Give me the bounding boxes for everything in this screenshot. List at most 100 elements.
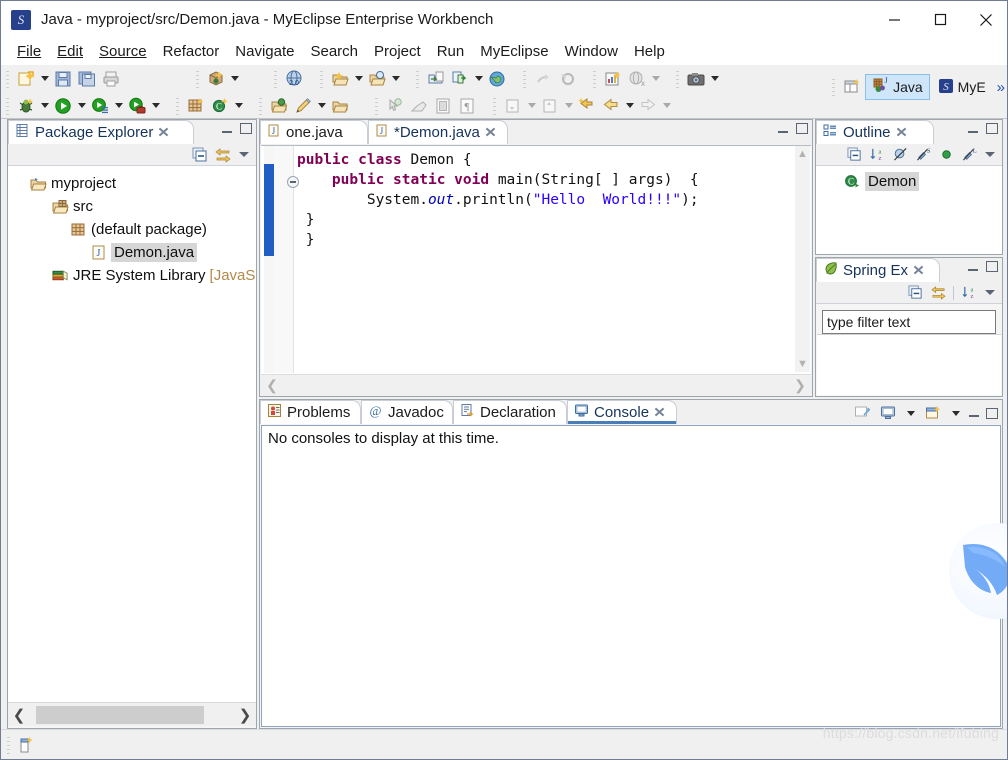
new-element-icon[interactable] xyxy=(15,734,37,756)
menu-myeclipse[interactable]: MyEclipse xyxy=(472,41,556,62)
save-all-icon[interactable] xyxy=(76,68,98,90)
tree-item-src[interactable]: src xyxy=(8,195,256,218)
snapshot-icon[interactable] xyxy=(685,68,707,90)
scroll-right-icon[interactable]: ❯ xyxy=(789,377,811,394)
hide-fields-icon[interactable] xyxy=(890,146,910,164)
open-perspective-icon[interactable] xyxy=(841,76,863,98)
tab-problems[interactable]: Problems xyxy=(260,400,361,424)
code-text[interactable]: public class Demon { public static void … xyxy=(297,150,779,373)
minimize-icon[interactable] xyxy=(777,124,789,134)
next-edit-location-icon[interactable] xyxy=(502,95,524,117)
new-java-dropdown-arrow[interactable] xyxy=(228,68,241,90)
package-explorer-tree[interactable]: myproject src (default package) J Demon.… xyxy=(8,166,256,726)
close-icon[interactable] xyxy=(963,1,1007,38)
pen-icon[interactable] xyxy=(292,95,314,117)
editor-vscrollbar[interactable]: ▲ ▼ xyxy=(795,146,810,372)
back-star-icon[interactable] xyxy=(576,95,598,117)
link-with-editor-icon[interactable] xyxy=(928,284,948,302)
clear-console-icon[interactable] xyxy=(852,404,872,422)
package-explorer-hscrollbar[interactable]: ❮ ❯ xyxy=(8,702,256,726)
perspective-grip[interactable] xyxy=(830,77,838,97)
print-icon[interactable] xyxy=(100,68,122,90)
toolbar-grip[interactable] xyxy=(4,95,11,116)
forward-dropdown-arrow[interactable] xyxy=(660,95,673,117)
back-dropdown-arrow[interactable] xyxy=(623,95,636,117)
tab-console[interactable]: Console xyxy=(567,400,677,424)
pen-dropdown-arrow[interactable] xyxy=(315,95,328,117)
menu-window[interactable]: Window xyxy=(557,41,626,62)
collapse-all-icon[interactable] xyxy=(905,284,925,302)
run-icon[interactable] xyxy=(52,95,74,117)
minimize-icon[interactable] xyxy=(967,262,979,272)
external-tools-dropdown-arrow[interactable] xyxy=(149,95,162,117)
toolbar-grip[interactable] xyxy=(674,68,681,89)
maximize-icon[interactable] xyxy=(986,261,998,272)
hide-local-types-icon[interactable]: L xyxy=(959,146,979,164)
toolbar-grip[interactable] xyxy=(318,68,325,89)
minimize-icon[interactable] xyxy=(871,1,917,38)
close-icon[interactable] xyxy=(158,127,169,138)
debug-icon[interactable] xyxy=(15,95,37,117)
tree-item-default-package[interactable]: (default package) xyxy=(8,218,256,241)
scroll-left-icon[interactable]: ❮ xyxy=(261,377,283,394)
new-class-icon[interactable]: C xyxy=(209,95,231,117)
toolbar-grip[interactable] xyxy=(257,95,264,116)
scroll-down-icon[interactable]: ▼ xyxy=(795,356,810,372)
debug-dropdown-arrow[interactable] xyxy=(38,95,51,117)
next-annotation-icon[interactable] xyxy=(532,68,554,90)
menu-source[interactable]: Source xyxy=(91,41,155,62)
menu-help[interactable]: Help xyxy=(626,41,673,62)
new-dropdown-arrow[interactable] xyxy=(38,68,51,90)
menu-run[interactable]: Run xyxy=(429,41,473,62)
menu-navigate[interactable]: Navigate xyxy=(227,41,302,62)
menu-project[interactable]: Project xyxy=(366,41,429,62)
minimize-icon[interactable] xyxy=(221,124,233,134)
tree-item-jre-system-library[interactable]: JRE System Library [JavaS xyxy=(8,264,256,287)
open-browser-icon[interactable] xyxy=(486,68,508,90)
tab-package-explorer[interactable]: Package Explorer xyxy=(8,120,194,144)
close-icon[interactable] xyxy=(896,127,907,138)
menu-refactor[interactable]: Refactor xyxy=(155,41,228,62)
cursor-g-icon[interactable] xyxy=(384,95,406,117)
run-dropdown-arrow[interactable] xyxy=(75,95,88,117)
web-service-icon[interactable]: x xyxy=(626,68,648,90)
perspective-java[interactable]: J Java xyxy=(865,74,930,100)
new-java-package-icon[interactable] xyxy=(205,68,227,90)
open-console-icon[interactable] xyxy=(923,404,943,422)
run-history-icon[interactable] xyxy=(89,95,111,117)
open-type-icon[interactable] xyxy=(366,68,388,90)
link-with-editor-icon[interactable] xyxy=(213,146,233,164)
toolbar-grip[interactable] xyxy=(4,68,11,89)
deploy-dropdown-arrow[interactable] xyxy=(352,68,365,90)
scroll-right-icon[interactable]: ❯ xyxy=(234,704,256,726)
maximize-icon[interactable] xyxy=(240,123,252,134)
toolbar-grip[interactable] xyxy=(491,95,498,116)
scroll-thumb[interactable] xyxy=(36,705,204,724)
toolbar-grip[interactable] xyxy=(373,95,380,116)
console-output[interactable]: No consoles to display at this time. xyxy=(261,425,1001,727)
toolbar-grip[interactable] xyxy=(272,68,279,89)
view-menu-icon[interactable] xyxy=(982,146,998,164)
tab-javadoc[interactable]: @ Javadoc xyxy=(361,400,453,424)
sort-icon[interactable]: az xyxy=(959,284,979,302)
new-report-icon[interactable] xyxy=(602,68,624,90)
previous-edit-dropdown-arrow[interactable] xyxy=(562,95,575,117)
editor-tab-demon-java[interactable]: J *Demon.java xyxy=(368,120,508,144)
toolbar-grip[interactable] xyxy=(194,68,201,89)
previous-annotation-icon[interactable] xyxy=(556,68,578,90)
toggle-block-selection-icon[interactable] xyxy=(432,95,454,117)
tab-outline[interactable]: Outline xyxy=(816,120,934,144)
scroll-track[interactable] xyxy=(30,705,234,724)
save-icon[interactable] xyxy=(52,68,74,90)
run-history-dropdown-arrow[interactable] xyxy=(112,95,125,117)
menu-edit[interactable]: Edit xyxy=(49,41,91,62)
hide-static-icon[interactable]: S xyxy=(913,146,933,164)
run-external-tools-icon[interactable] xyxy=(126,95,148,117)
open-type-dropdown-arrow[interactable] xyxy=(389,68,402,90)
scroll-up-icon[interactable]: ▲ xyxy=(795,146,810,162)
previous-edit-location-icon[interactable] xyxy=(539,95,561,117)
collapse-all-icon[interactable] xyxy=(190,146,210,164)
perspective-overflow[interactable]: » xyxy=(993,79,1007,96)
view-menu-icon[interactable] xyxy=(982,284,998,302)
show-whitespace-icon[interactable]: ¶ xyxy=(456,95,478,117)
